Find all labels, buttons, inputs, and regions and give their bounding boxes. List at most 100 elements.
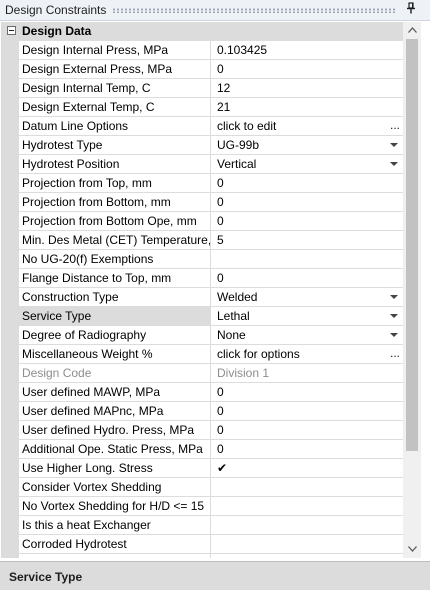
property-row[interactable]: Projection from Top, mm 0 xyxy=(19,174,403,193)
property-value[interactable]: 21 xyxy=(212,98,403,116)
property-row[interactable]: Construction Type Welded xyxy=(19,288,403,307)
property-value[interactable]: click to edit xyxy=(212,117,403,135)
property-value[interactable]: 5 xyxy=(212,231,403,249)
dropdown-arrow-icon[interactable] xyxy=(390,314,398,318)
ellipsis-button-icon[interactable]: ... xyxy=(390,117,400,133)
property-checkbox[interactable] xyxy=(212,516,403,534)
vertical-scrollbar[interactable] xyxy=(403,22,421,558)
property-row[interactable]: Miscellaneous Weight % click for options.… xyxy=(19,345,403,364)
property-name[interactable]: Miscellaneous Weight % xyxy=(19,345,211,363)
category-design-data[interactable]: Design Data xyxy=(2,22,403,41)
property-row[interactable]: Design Internal Press, MPa 0.103425 xyxy=(19,41,403,60)
property-name[interactable]: Hydr. Allowable is 90% Yield xyxy=(19,554,211,558)
property-name[interactable]: Degree of Radiography xyxy=(19,326,211,344)
property-name[interactable]: Additional Ope. Static Press, MPa xyxy=(19,440,211,458)
property-name[interactable]: Hydrotest Type xyxy=(19,136,211,154)
property-rows: Design Internal Press, MPa 0.103425 Design… xyxy=(19,41,403,558)
property-name[interactable]: Hydrotest Position xyxy=(19,155,211,173)
property-checkbox[interactable]: ✔ xyxy=(212,459,403,477)
scroll-up-icon[interactable] xyxy=(403,22,421,39)
property-name[interactable]: Use Higher Long. Stress xyxy=(19,459,211,477)
property-row[interactable]: Hydrotest Type UG-99b xyxy=(19,136,403,155)
property-row[interactable]: Degree of Radiography None xyxy=(19,326,403,345)
property-value[interactable]: 0 xyxy=(212,440,403,458)
property-name[interactable]: Design Code xyxy=(19,364,211,382)
property-row[interactable]: User defined MAWP, MPa 0 xyxy=(19,383,403,402)
scroll-down-icon[interactable] xyxy=(403,541,421,558)
property-value[interactable]: 0 xyxy=(212,269,403,287)
property-value[interactable]: 0 xyxy=(212,212,403,230)
property-row[interactable]: Datum Line Options click to edit... xyxy=(19,117,403,136)
property-row[interactable]: Hydr. Allowable is 90% Yield xyxy=(19,554,403,558)
property-name[interactable]: Flange Distance to Top, mm xyxy=(19,269,211,287)
property-row[interactable]: Use Higher Long. Stress ✔ xyxy=(19,459,403,478)
property-row[interactable]: Hydrotest Position Vertical xyxy=(19,155,403,174)
property-name[interactable]: Design Internal Temp, C xyxy=(19,79,211,97)
property-name[interactable]: Construction Type xyxy=(19,288,211,306)
property-value[interactable]: None xyxy=(212,326,403,344)
property-row[interactable]: User defined MAPnc, MPa 0 xyxy=(19,402,403,421)
property-row[interactable]: Is this a heat Exchanger xyxy=(19,516,403,535)
property-value[interactable]: 0 xyxy=(212,383,403,401)
property-name[interactable]: Min. Des Metal (CET) Temperature, C xyxy=(19,231,211,249)
property-name[interactable]: User defined Hydro. Press, MPa xyxy=(19,421,211,439)
pin-icon[interactable] xyxy=(403,2,419,18)
property-name[interactable]: Design External Temp, C xyxy=(19,98,211,116)
property-value[interactable]: Vertical xyxy=(212,155,403,173)
property-name[interactable]: Service Type xyxy=(19,307,211,325)
property-value[interactable]: 0 xyxy=(212,174,403,192)
property-value[interactable]: 0 xyxy=(212,60,403,78)
dropdown-arrow-icon[interactable] xyxy=(390,295,398,299)
property-value[interactable]: Welded xyxy=(212,288,403,306)
property-name[interactable]: Projection from Bottom Ope, mm xyxy=(19,212,211,230)
property-row[interactable]: Design Code Division 1 xyxy=(19,364,403,383)
scrollbar-thumb[interactable] xyxy=(406,39,418,451)
property-name[interactable]: User defined MAWP, MPa xyxy=(19,383,211,401)
property-row[interactable]: Projection from Bottom Ope, mm 0 xyxy=(19,212,403,231)
property-row[interactable]: Min. Des Metal (CET) Temperature, C5 xyxy=(19,231,403,250)
property-checkbox[interactable] xyxy=(212,497,403,515)
property-grid: Design Data Design Internal Press, MPa 0.… xyxy=(1,22,403,558)
property-row[interactable]: User defined Hydro. Press, MPa 0 xyxy=(19,421,403,440)
property-name[interactable]: Is this a heat Exchanger xyxy=(19,516,211,534)
collapse-toggle-icon[interactable] xyxy=(7,26,16,35)
property-name[interactable]: No UG-20(f) Exemptions xyxy=(19,250,211,268)
property-value[interactable]: 0 xyxy=(212,421,403,439)
ellipsis-button-icon[interactable]: ... xyxy=(390,345,400,361)
property-row[interactable]: Design Internal Temp, C 12 xyxy=(19,79,403,98)
property-value[interactable]: 0 xyxy=(212,402,403,420)
property-value[interactable]: 0.103425 xyxy=(212,41,403,59)
property-checkbox[interactable] xyxy=(212,535,403,553)
property-row[interactable]: Service Type Lethal xyxy=(19,307,403,326)
property-value[interactable]: UG-99b xyxy=(212,136,403,154)
property-value[interactable]: Lethal xyxy=(212,307,403,325)
property-row[interactable]: Corroded Hydrotest xyxy=(19,535,403,554)
property-row[interactable]: Consider Vortex Shedding xyxy=(19,478,403,497)
dropdown-arrow-icon[interactable] xyxy=(390,333,398,337)
property-name[interactable]: Design Internal Press, MPa xyxy=(19,41,211,59)
property-row[interactable]: No UG-20(f) Exemptions xyxy=(19,250,403,269)
property-name[interactable]: Projection from Bottom, mm xyxy=(19,193,211,211)
property-name[interactable]: Datum Line Options xyxy=(19,117,211,135)
property-row[interactable]: No Vortex Shedding for H/D <= 15 xyxy=(19,497,403,516)
property-row[interactable]: Design External Press, MPa 0 xyxy=(19,60,403,79)
property-row[interactable]: Additional Ope. Static Press, MPa 0 xyxy=(19,440,403,459)
property-row[interactable]: Flange Distance to Top, mm 0 xyxy=(19,269,403,288)
dropdown-arrow-icon[interactable] xyxy=(390,162,398,166)
property-name[interactable]: User defined MAPnc, MPa xyxy=(19,402,211,420)
property-value[interactable] xyxy=(212,250,403,268)
dropdown-arrow-icon[interactable] xyxy=(390,143,398,147)
property-value[interactable]: 0 xyxy=(212,193,403,211)
property-checkbox[interactable] xyxy=(212,478,403,496)
property-value[interactable]: click for options xyxy=(212,345,403,363)
property-name[interactable]: Corroded Hydrotest xyxy=(19,535,211,553)
property-checkbox[interactable] xyxy=(212,554,403,558)
property-name[interactable]: Consider Vortex Shedding xyxy=(19,478,211,496)
drag-grip[interactable] xyxy=(112,8,395,13)
property-name[interactable]: Projection from Top, mm xyxy=(19,174,211,192)
property-name[interactable]: No Vortex Shedding for H/D <= 15 xyxy=(19,497,211,515)
property-value[interactable]: 12 xyxy=(212,79,403,97)
property-row[interactable]: Design External Temp, C 21 xyxy=(19,98,403,117)
property-name[interactable]: Design External Press, MPa xyxy=(19,60,211,78)
property-row[interactable]: Projection from Bottom, mm 0 xyxy=(19,193,403,212)
